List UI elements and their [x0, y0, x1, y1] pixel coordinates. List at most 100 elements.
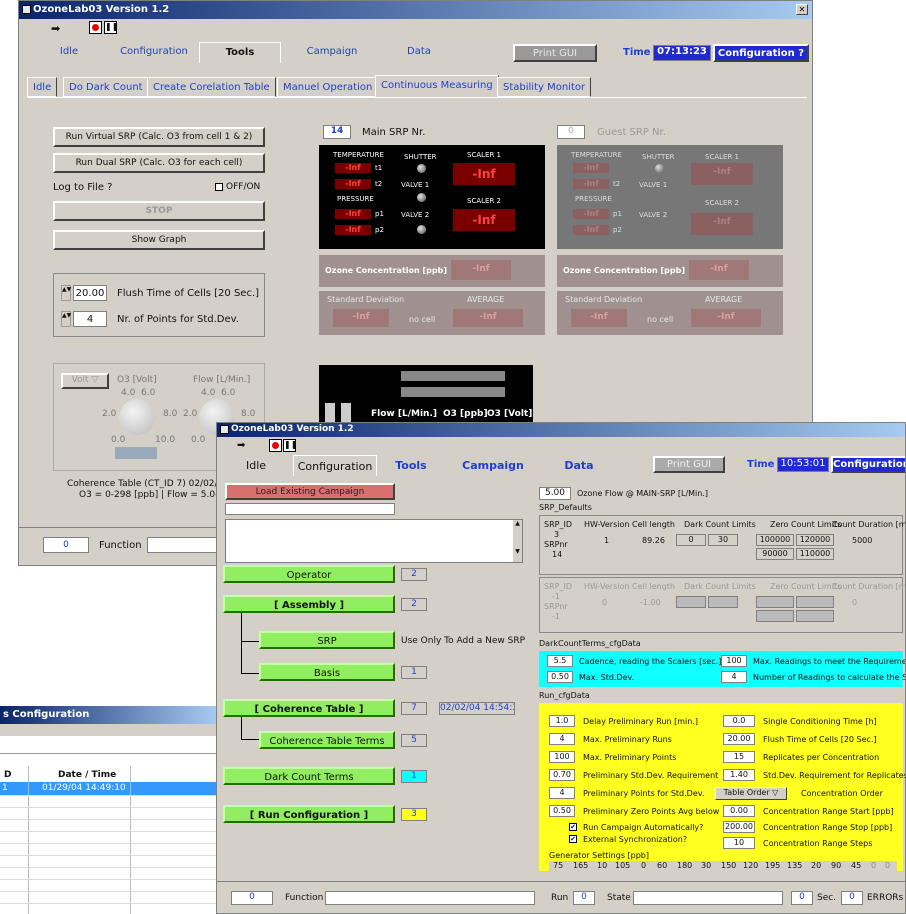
generator-value[interactable]: 90 [831, 861, 841, 870]
dark-min[interactable]: 0 [676, 534, 706, 546]
zero-limit[interactable]: 90000 [756, 548, 794, 560]
o3-volt-knob[interactable] [119, 399, 155, 435]
ozone-flow-value[interactable]: 5.00 [539, 487, 571, 500]
tab-idle[interactable]: Idle [221, 455, 291, 476]
run-auto-checkbox[interactable]: ✔ [569, 823, 577, 831]
tab-campaign[interactable]: Campaign [287, 42, 377, 63]
run-param-value[interactable]: 15 [723, 751, 755, 763]
run-param-value[interactable]: 100 [549, 751, 575, 763]
basis-button[interactable]: Basis [259, 663, 395, 681]
run-param-value[interactable]: 20.00 [723, 733, 755, 745]
run-param-value[interactable]: 0.0 [723, 715, 755, 727]
tab-data[interactable]: Data [547, 455, 611, 476]
stop-button[interactable]: STOP [53, 201, 265, 221]
dark-max[interactable] [708, 596, 738, 608]
dark-max[interactable]: 30 [708, 534, 738, 546]
zero-limit[interactable] [756, 596, 794, 608]
table-order-select[interactable]: Table Order ▽ [715, 787, 787, 800]
run-param-value[interactable]: 0.70 [549, 769, 575, 781]
flush-time-input[interactable]: 20.00 [73, 285, 107, 301]
generator-value[interactable]: 60 [657, 861, 667, 870]
generator-value[interactable]: 105 [615, 861, 630, 870]
zero-limit[interactable] [756, 610, 794, 622]
pause-icon[interactable]: ❚❚ [283, 439, 297, 452]
run-param-value[interactable]: 0.50 [549, 805, 575, 817]
run-virtual-srp-button[interactable]: Run Virtual SRP (Calc. O3 from cell 1 & … [53, 127, 265, 147]
points-stepper[interactable]: ▲▼ [61, 311, 71, 327]
run-param-value[interactable]: 10 [723, 837, 755, 849]
zero-limit[interactable] [796, 610, 834, 622]
load-campaign-button[interactable]: Load Existing Campaign [225, 483, 395, 500]
unit-select[interactable]: Volt ▽ [61, 373, 109, 389]
run-param-value[interactable]: 4 [549, 787, 575, 799]
max-std-value[interactable]: 0.50 [547, 671, 573, 683]
generator-value[interactable]: 180 [677, 861, 692, 870]
tab-campaign[interactable]: Campaign [443, 455, 543, 476]
tab-configuration[interactable]: Configuration [109, 42, 199, 63]
close-icon[interactable]: ✕ [796, 4, 808, 15]
subtab-dark-count[interactable]: Do Dark Count [63, 77, 149, 97]
log-to-file-checkbox[interactable] [215, 183, 223, 191]
run-arrow-icon[interactable]: ➡ [237, 440, 245, 451]
generator-value[interactable]: 20 [811, 861, 821, 870]
generator-value[interactable]: 120 [743, 861, 758, 870]
operator-button[interactable]: Operator [223, 565, 395, 583]
zero-limit[interactable]: 110000 [796, 548, 834, 560]
row1-date[interactable]: 01/29/04 14:49:10 [42, 783, 126, 793]
generator-value[interactable]: 75 [553, 861, 563, 870]
subtab-manual-operation[interactable]: Manuel Operation [277, 77, 379, 97]
run-arrow-icon[interactable]: ➡ [51, 22, 60, 35]
run-param-value[interactable]: 0.00 [723, 805, 755, 817]
generator-value[interactable]: 0 [871, 861, 876, 870]
configuration-query-button[interactable]: Configuration ? [713, 44, 809, 62]
generator-value[interactable]: 45 [851, 861, 861, 870]
dark-count-terms-button[interactable]: Dark Count Terms [223, 767, 395, 785]
max-readings-value[interactable]: 100 [721, 655, 747, 667]
run-param-value[interactable]: 1.0 [549, 715, 575, 727]
ext-sync-checkbox[interactable]: ✔ [569, 835, 577, 843]
generator-value[interactable]: 10 [597, 861, 607, 870]
points-input[interactable]: 4 [73, 311, 107, 327]
tab-tools[interactable]: Tools [379, 455, 443, 476]
coherence-table-button[interactable]: [ Coherence Table ] [223, 699, 395, 717]
zero-limit[interactable]: 120000 [796, 534, 834, 546]
abort-icon[interactable] [269, 439, 282, 452]
flush-stepper[interactable]: ▲▼ [61, 285, 71, 301]
print-gui-button[interactable]: Print GUI [653, 456, 725, 473]
generator-value[interactable]: 30 [701, 861, 711, 870]
num-readings-value[interactable]: 4 [721, 671, 747, 683]
tab-data[interactable]: Data [379, 42, 459, 63]
run-param-value[interactable]: 4 [549, 733, 575, 745]
row1-id[interactable]: 1 [2, 783, 8, 793]
subtab-correlation-table[interactable]: Create Corelation Table [147, 77, 276, 97]
generator-value[interactable]: 150 [721, 861, 736, 870]
generator-value[interactable]: 195 [765, 861, 780, 870]
cadence-value[interactable]: 5.5 [547, 655, 573, 667]
srp-button[interactable]: SRP [259, 631, 395, 649]
run-dual-srp-button[interactable]: Run Dual SRP (Calc. O3 for each cell) [53, 153, 265, 173]
subtab-idle[interactable]: Idle [27, 77, 58, 97]
zero-limit[interactable] [796, 596, 834, 608]
generator-value[interactable]: 135 [787, 861, 802, 870]
assembly-button[interactable]: [ Assembly ] [223, 595, 395, 613]
subtab-continuous-measuring[interactable]: Continuous Measuring [375, 75, 499, 97]
dark-min[interactable] [676, 596, 706, 608]
campaign-description[interactable] [225, 519, 523, 563]
show-graph-button[interactable]: Show Graph [53, 230, 265, 250]
zero-limit[interactable]: 100000 [756, 534, 794, 546]
tab-tools[interactable]: Tools [199, 42, 281, 63]
generator-value[interactable]: 0 [885, 861, 890, 870]
generator-value[interactable]: 0 [641, 861, 646, 870]
scrollbar[interactable]: ▲ ▼ [513, 520, 522, 562]
run-param-value[interactable]: 1.40 [723, 769, 755, 781]
configuration-query-button[interactable]: Configuration ? [831, 456, 905, 473]
abort-icon[interactable] [89, 21, 102, 34]
print-gui-button[interactable]: Print GUI [513, 44, 597, 62]
run-configuration-button[interactable]: [ Run Configuration ] [223, 805, 395, 823]
pause-icon[interactable]: ❚❚ [104, 21, 118, 34]
subtab-stability-monitor[interactable]: Stability Monitor [497, 77, 592, 97]
tab-configuration[interactable]: Configuration [293, 455, 377, 476]
run-param-value[interactable]: 200.00 [723, 821, 755, 833]
generator-value[interactable]: 165 [573, 861, 588, 870]
coherence-terms-button[interactable]: Coherence Table Terms [259, 731, 395, 749]
